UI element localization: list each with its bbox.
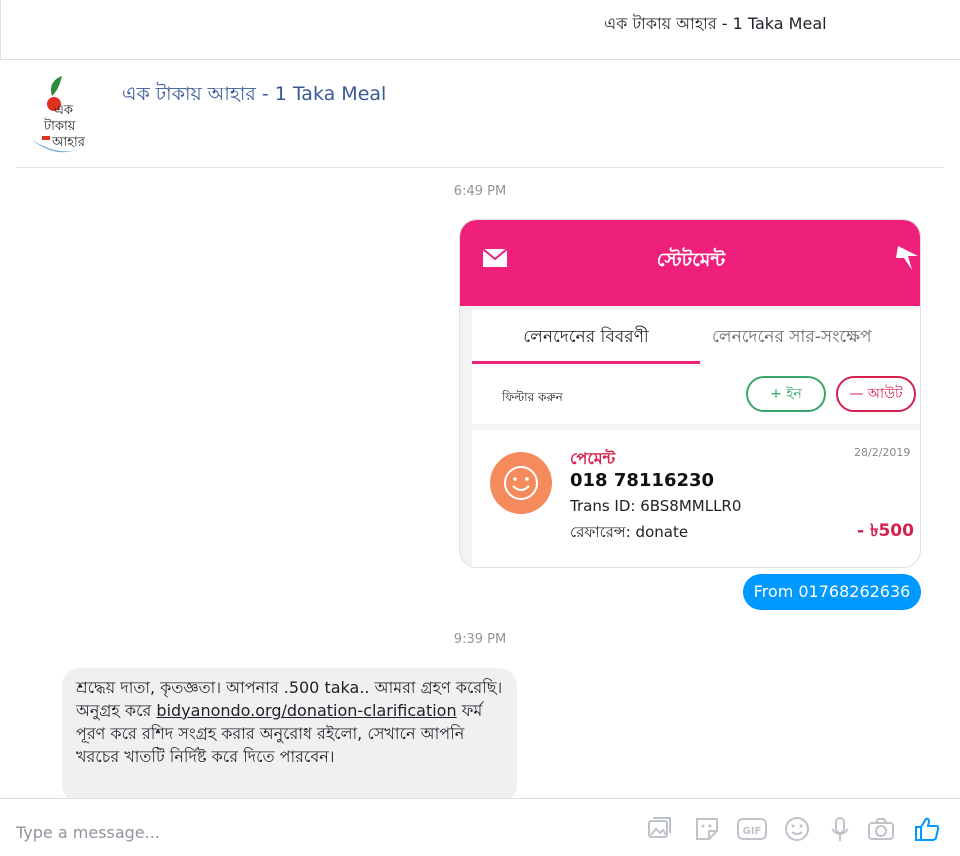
logo-text-1: এক (54, 103, 74, 118)
gif-icon[interactable]: GIF (736, 815, 768, 843)
conversation-topbar: এক টাকায় আহার - 1 Taka Meal (0, 0, 960, 60)
filter-label: ফিল্টার করুন (502, 390, 563, 404)
transaction-amount: - ৳500 (857, 521, 914, 541)
tab-transaction-summary: লেনদেনের সার-সংক্ষেপ (712, 327, 872, 347)
like-icon[interactable] (913, 815, 941, 843)
emoji-icon[interactable] (783, 815, 811, 843)
microphone-icon[interactable] (826, 815, 854, 843)
smiley-icon (490, 452, 552, 514)
sticker-icon[interactable] (693, 815, 721, 843)
image-icon[interactable] (645, 815, 673, 843)
divider (472, 424, 920, 430)
transaction-number: 018 78116230 (570, 470, 715, 491)
transaction-type: পেমেন্ট (570, 449, 616, 468)
message-composer: Type a message... GIF (0, 798, 960, 856)
bird-logo-icon (896, 246, 918, 270)
image-app-title: স্টেটমেন্ট (656, 249, 726, 271)
page-name-link[interactable]: এক টাকায় আহার - 1 Taka Meal (122, 80, 386, 112)
statement-card: লেনদেনের বিবরণী লেনদেনের সার-সংক্ষেপ ফিল… (472, 310, 920, 567)
gif-label: GIF (743, 826, 762, 837)
donation-clarification-link[interactable]: bidyanondo.org/donation-clarification (156, 701, 456, 720)
transaction-id: Trans ID: 6BS8MMLLR0 (570, 497, 742, 515)
page-header: এক টাকায় আহার এক টাকায় আহার - 1 Taka M… (16, 62, 944, 168)
timestamp: 9:39 PM (453, 632, 507, 647)
transaction-date: 28/2/2019 (854, 446, 911, 459)
timestamp: 6:49 PM (453, 184, 507, 199)
tab-transaction-details: লেনদেনের বিবরণী (472, 310, 700, 364)
page-logo[interactable]: এক টাকায় আহার (30, 74, 96, 156)
conversation-title: এক টাকায় আহার - 1 Taka Meal (604, 14, 827, 33)
transaction-reference: রেফারেন্স: donate (570, 523, 689, 541)
message-input[interactable]: Type a message... (16, 823, 160, 842)
filter-in-pill: + ইন (746, 376, 826, 412)
shared-image[interactable]: স্টেটমেন্ট লেনদেনের বিবরণী লেনদেনের সার-… (459, 219, 921, 568)
filter-out-pill: — আউট (836, 376, 916, 412)
camera-icon[interactable] (867, 815, 895, 843)
logo-text-3: আহার (51, 135, 86, 150)
sent-message-bubble[interactable]: From 01768262636 (743, 574, 921, 610)
logo-text-2: টাকায় (43, 118, 76, 134)
received-message-bubble[interactable]: শ্রদ্ধেয় দাতা, কৃতজ্ঞতা। আপনার .500 tak… (62, 668, 517, 803)
